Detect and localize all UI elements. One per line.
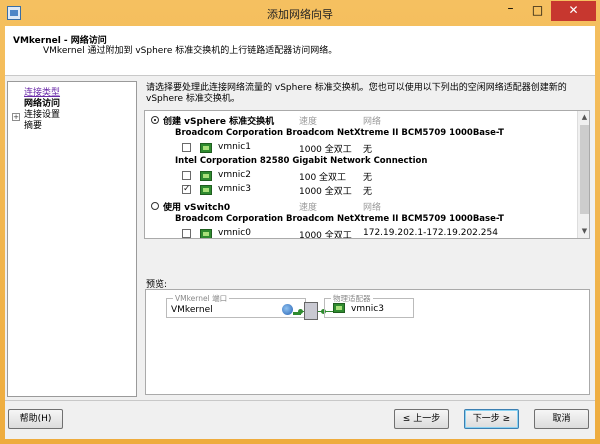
wizard-header: VMkernel - 网络访问 VMkernel 通过附加到 vSphere 标… [5,26,595,76]
virtual-switch-icon [304,302,318,320]
vmnic1-checkbox[interactable] [182,143,191,152]
nic-name: vmnic0 [218,228,251,238]
scrollbar-thumb[interactable] [580,125,589,214]
vmnic0-checkbox[interactable] [182,229,191,238]
switch-selection-panel: 创建 vSphere 标准交换机 速度 网络 Broadcom Corporat… [144,110,590,239]
create-switch-radio[interactable] [151,116,159,124]
nic-speed: 1000 全双工 [299,231,352,239]
adapter-group-row: Broadcom Corporation Broadcom NetXtreme … [145,213,577,227]
adapter-group-row: Intel Corporation 82580 Gigabit Network … [145,155,577,169]
main-content: 请选择要处理此连接网络流量的 vSphere 标准交换机。您也可以使用以下列出的… [141,81,593,397]
expand-icon[interactable]: + [12,113,20,121]
vmkernel-globe-icon [282,304,293,315]
maximize-icon: □ [531,3,544,17]
nic-row-vmnic2[interactable]: vmnic2 100 全双工 无 [145,169,577,183]
next-button[interactable]: 下一步 ≥ [464,409,519,429]
scroll-up-icon[interactable]: ▲ [578,111,589,124]
vmkernel-port-group: VMkernel 端口 VMkernel [166,293,306,318]
use-switch-row[interactable]: 使用 vSwitch0 速度 网络 [145,199,577,213]
help-button[interactable]: 帮助(H) [8,409,63,429]
nic-row-vmnic1[interactable]: vmnic1 1000 全双工 无 [145,141,577,155]
network-column-header: 网络 [363,117,382,127]
nic-speed: 100 全双工 [299,173,347,183]
close-icon: ✕ [568,3,579,17]
nic-name: vmnic2 [218,170,251,180]
adapter-group-intel: Intel Corporation 82580 Gigabit Network … [175,156,428,166]
maximize-button[interactable]: □ [524,1,551,21]
network-preview: VMkernel 端口 VMkernel 物理适配器 vmnic3 [145,289,590,395]
back-button[interactable]: ≤ 上一步 [394,409,449,429]
vmkernel-port-group-label: VMkernel 端口 [173,293,230,304]
adapter-group-broadcom: Broadcom Corporation Broadcom NetXtreme … [175,128,504,138]
close-button[interactable]: ✕ [551,1,596,21]
nic-icon [200,143,212,153]
footer-divider [5,400,595,401]
wizard-client-area: VMkernel - 网络访问 VMkernel 通过附加到 vSphere 标… [5,26,595,439]
page-subtitle: VMkernel 通过附加到 vSphere 标准交换机的上行链路适配器访问网络… [43,46,338,56]
nic-icon [200,171,212,181]
cancel-button[interactable]: 取消 [534,409,589,429]
speed-column-header: 速度 [299,117,318,127]
nic-row-vmnic0[interactable]: vmnic0 1000 全双工 172.19.202.1-172.19.202.… [145,227,577,239]
physical-adapter-name: vmnic3 [351,304,384,314]
use-switch-radio[interactable] [151,202,159,210]
nic-name: vmnic1 [218,142,251,152]
scroll-down-icon[interactable]: ▼ [578,225,589,238]
physical-adapter-group: 物理适配器 vmnic3 [324,293,414,318]
nic-speed: 1000 全双工 [299,187,352,197]
speed-column-header: 速度 [299,203,318,213]
nic-name: vmnic3 [218,184,251,194]
nic-network: 无 [363,145,373,155]
network-column-header: 网络 [363,203,382,213]
nic-icon [333,303,345,313]
vmnic2-checkbox[interactable] [182,171,191,180]
vmkernel-port-name: VMkernel [171,305,213,315]
nic-network: 172.19.202.1-172.19.202.254 [363,228,498,238]
create-switch-label[interactable]: 创建 vSphere 标准交换机 [163,114,274,127]
use-switch-label[interactable]: 使用 vSwitch0 [163,200,230,213]
instruction-text: 请选择要处理此连接网络流量的 vSphere 标准交换机。您也可以使用以下列出的… [146,83,567,104]
nav-step-summary[interactable]: 摘要 [24,118,42,131]
nic-icon [200,185,212,195]
vmnic3-checkbox[interactable]: ✓ [182,185,191,194]
title-bar[interactable]: 添加网络向导 – □ ✕ [0,0,600,26]
create-switch-row[interactable]: 创建 vSphere 标准交换机 速度 网络 [145,113,577,127]
vertical-scrollbar[interactable]: ▲ ▼ [577,111,589,238]
nic-network: 无 [363,173,373,183]
adapter-group-broadcom: Broadcom Corporation Broadcom NetXtreme … [175,214,504,224]
minimize-icon: – [507,1,514,15]
nic-speed: 1000 全双工 [299,145,352,155]
wizard-window: 添加网络向导 – □ ✕ VMkernel - 网络访问 VMkernel 通过… [0,0,600,444]
nic-network: 无 [363,187,373,197]
nic-icon [200,229,212,238]
nic-row-vmnic3[interactable]: ✓ vmnic3 1000 全双工 无 [145,183,577,197]
connection-dot [298,309,303,314]
minimize-button[interactable]: – [497,1,524,21]
adapter-group-row: Broadcom Corporation Broadcom NetXtreme … [145,127,577,141]
wizard-steps-nav: 连接类型 网络访问 + 连接设置 摘要 [7,81,137,397]
